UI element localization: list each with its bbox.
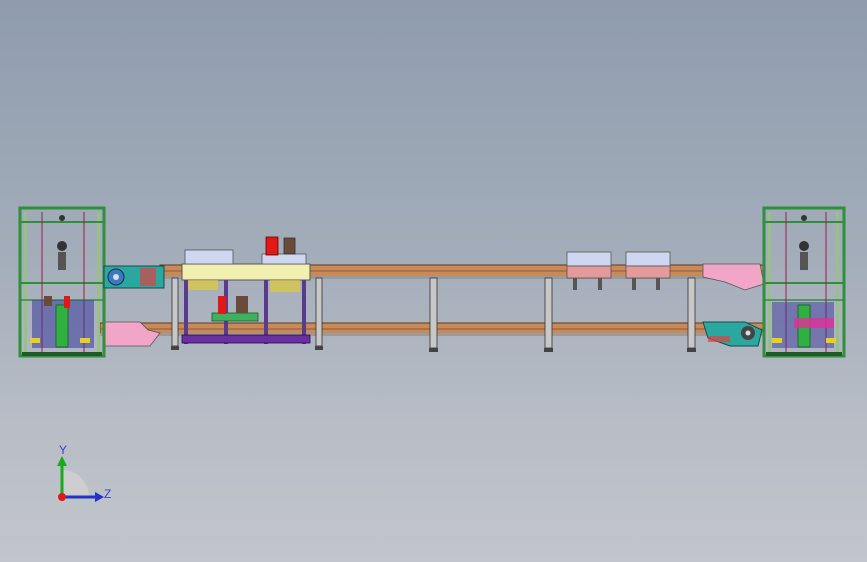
right-drive-motor [702, 321, 763, 347]
left-drive-motor [103, 265, 165, 289]
left-elevator-frame [18, 206, 106, 358]
carrier-2 [625, 251, 671, 290]
right-transfer-panel [702, 263, 765, 291]
z-axis-label: Z [104, 487, 111, 501]
y-axis-label: Y [59, 443, 67, 457]
right-elevator-frame [762, 206, 846, 358]
triad-origin [58, 493, 66, 501]
cad-viewport[interactable]: Y Z [0, 0, 867, 562]
coordinate-triad: Y Z [57, 443, 111, 502]
carrier-1 [566, 251, 612, 290]
